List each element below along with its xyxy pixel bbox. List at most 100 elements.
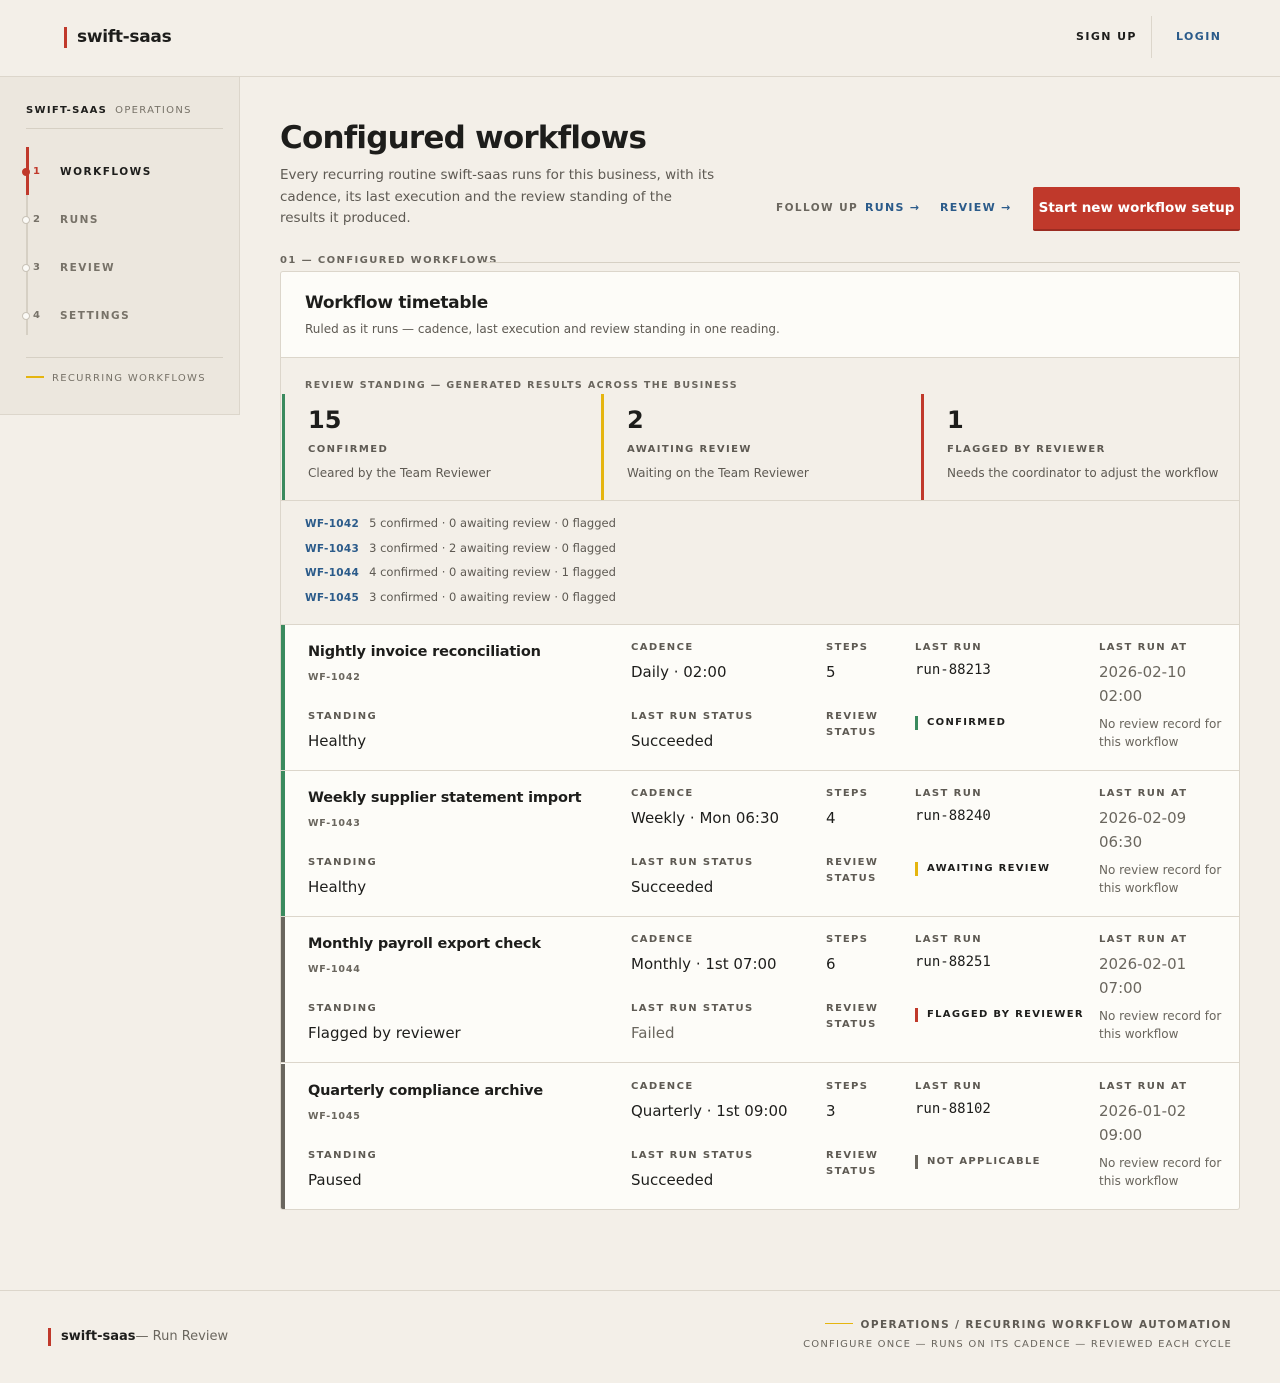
card-subtitle: Ruled as it runs — cadence, last executi…: [305, 322, 780, 336]
last-run-label: LAST RUN: [915, 1081, 983, 1092]
workflow-row[interactable]: Quarterly compliance archive WF-1045 CADEN…: [281, 1064, 1239, 1209]
last-run-status-label: LAST RUN STATUS: [631, 1150, 754, 1161]
signup-link[interactable]: SIGN UP: [1076, 30, 1137, 43]
last-run-time: 02:00: [1099, 687, 1143, 705]
sidebar-item-runs[interactable]: 2 RUNS: [22, 212, 222, 228]
sidebar-item-label: SETTINGS: [60, 310, 131, 322]
runs-link[interactable]: RUNS →: [865, 201, 920, 214]
workflow-row[interactable]: Nightly invoice reconciliation WF-1042 CAD…: [281, 625, 1239, 771]
workflow-id-link[interactable]: WF-1042: [305, 518, 359, 530]
review-status-label-line: REVIEW: [826, 1150, 879, 1161]
footer-tagline: OPERATIONS / RECURRING WORKFLOW AUTOMATI…: [824, 1319, 1232, 1331]
row-status-stripe: [281, 1064, 285, 1209]
workflow-name[interactable]: Monthly payroll export check: [308, 936, 541, 952]
page-description: Every recurring routine swift-saas runs …: [280, 167, 715, 226]
last-run-at-label: LAST RUN AT: [1099, 1081, 1188, 1092]
breakdown-line: WF-1043 3 confirmed · 2 awaiting review ·…: [305, 541, 616, 557]
header-divider: [1151, 16, 1152, 58]
start-workflow-setup-button[interactable]: Start new workflow setup: [1033, 187, 1240, 231]
last-run-date: 2026-02-09: [1099, 809, 1187, 827]
last-run-label: LAST RUN: [915, 934, 983, 945]
standing-label: STANDING: [308, 711, 378, 722]
page-footer: swift-saas— Run Review OPERATIONS / RECU…: [0, 1290, 1280, 1383]
stat-label: FLAGGED BY REVIEWER: [947, 444, 1106, 455]
sidebar-item-label: REVIEW: [60, 262, 116, 274]
workflow-timetable-card: Workflow timetable Ruled as it runs — ca…: [280, 271, 1240, 1210]
review-record-note: No review record for this workflow: [1099, 717, 1222, 749]
last-run-at-value: 2026-02-01 07:00: [1099, 952, 1209, 1000]
workflow-name[interactable]: Weekly supplier statement import: [308, 790, 582, 806]
last-run-date: 2026-02-01: [1099, 955, 1187, 973]
sidebar-item-workflows[interactable]: 1 WORKFLOWS: [22, 164, 222, 180]
stat-value: 1: [947, 406, 964, 434]
login-link[interactable]: LOGIN: [1176, 30, 1221, 43]
cadence-value: Weekly · Mon 06:30: [631, 809, 780, 827]
steps-value: 5: [826, 663, 836, 681]
standing-value: Paused: [308, 1171, 362, 1189]
last-run-status-label: LAST RUN STATUS: [631, 857, 754, 868]
workflow-id: WF-1043: [308, 818, 361, 829]
sidebar-item-review[interactable]: 3 REVIEW: [22, 260, 222, 276]
sidebar-item-label: WORKFLOWS: [60, 166, 152, 178]
workflow-name[interactable]: Nightly invoice reconciliation: [308, 644, 541, 660]
workflow-id: WF-1042: [308, 672, 361, 683]
last-run-value[interactable]: run-88102: [915, 1101, 991, 1117]
review-status-label-line: REVIEW: [826, 1003, 879, 1014]
sidebar: SWIFT-SAAS OPERATIONS 1 WORKFLOWS 2 RUNS …: [0, 77, 240, 415]
review-status-label-line: STATUS: [826, 1019, 877, 1030]
workflow-id-link[interactable]: WF-1045: [305, 592, 359, 604]
last-run-date: 2026-02-10: [1099, 663, 1187, 681]
last-run-date: 2026-01-02: [1099, 1102, 1187, 1120]
card-header: Workflow timetable Ruled as it runs — ca…: [281, 272, 1239, 358]
sidebar-item-number: 2: [33, 214, 40, 225]
review-status-label: REVIEW STATUS: [826, 709, 878, 741]
row-status-stripe: [281, 625, 285, 770]
stat-flagged: 1 FLAGGED BY REVIEWER Needs the coordina…: [921, 394, 1237, 500]
review-status-label-line: STATUS: [826, 1166, 877, 1177]
section-rule: [483, 262, 1240, 263]
last-run-label: LAST RUN: [915, 642, 983, 653]
workflow-row[interactable]: Weekly supplier statement import WF-1043 C…: [281, 771, 1239, 917]
last-run-time: 06:30: [1099, 833, 1143, 851]
steps-value: 3: [826, 1102, 836, 1120]
standing-value: Flagged by reviewer: [308, 1024, 461, 1042]
review-record-note: No review record for this workflow: [1099, 1156, 1222, 1188]
stat-value: 15: [308, 406, 342, 434]
last-run-value[interactable]: run-88240: [915, 808, 991, 824]
workflow-name[interactable]: Quarterly compliance archive: [308, 1083, 543, 1099]
sidebar-title-brand: SWIFT-SAAS: [26, 105, 108, 116]
review-status-badge: AWAITING REVIEW: [915, 862, 1050, 876]
last-run-time: 07:00: [1099, 979, 1143, 997]
last-run-value[interactable]: run-88213: [915, 662, 991, 678]
breakdown-text: 4 confirmed · 0 awaiting review · 1 flag…: [369, 565, 616, 579]
sidebar-item-settings[interactable]: 4 SETTINGS: [22, 308, 222, 324]
sidebar-item-label: RUNS: [60, 214, 99, 226]
last-run-status-value: Succeeded: [631, 878, 714, 896]
review-link[interactable]: REVIEW →: [940, 201, 1012, 214]
last-run-status-value: Succeeded: [631, 732, 714, 750]
step-dot-icon: [22, 264, 30, 272]
accent-dash-icon: [824, 1323, 853, 1324]
workflow-id-link[interactable]: WF-1043: [305, 543, 359, 555]
sidebar-footer: RECURRING WORKFLOWS: [26, 373, 206, 384]
standing-label: STANDING: [308, 857, 378, 868]
brand-logo[interactable]: swift-saas: [64, 27, 172, 48]
stat-accent-bar: [282, 394, 285, 500]
workflow-id-link[interactable]: WF-1044: [305, 567, 359, 579]
last-run-label: LAST RUN: [915, 788, 983, 799]
steps-value: 4: [826, 809, 836, 827]
last-run-value[interactable]: run-88251: [915, 954, 991, 970]
cadence-label: CADENCE: [631, 642, 694, 653]
standing-value: Healthy: [308, 732, 367, 750]
standing-value: Healthy: [308, 878, 367, 896]
breakdown-line: WF-1045 3 confirmed · 0 awaiting review ·…: [305, 590, 616, 606]
cadence-value: Quarterly · 1st 09:00: [631, 1102, 788, 1120]
workflow-id: WF-1044: [308, 964, 361, 975]
standing-label: STANDING: [308, 1150, 378, 1161]
steps-label: STEPS: [826, 642, 869, 653]
workflow-row[interactable]: Monthly payroll export check WF-1044 CADEN…: [281, 917, 1239, 1063]
breakdown-text: 3 confirmed · 2 awaiting review · 0 flag…: [369, 541, 616, 555]
steps-label: STEPS: [826, 788, 869, 799]
sidebar-divider: [26, 128, 223, 129]
cadence-label: CADENCE: [631, 788, 694, 799]
